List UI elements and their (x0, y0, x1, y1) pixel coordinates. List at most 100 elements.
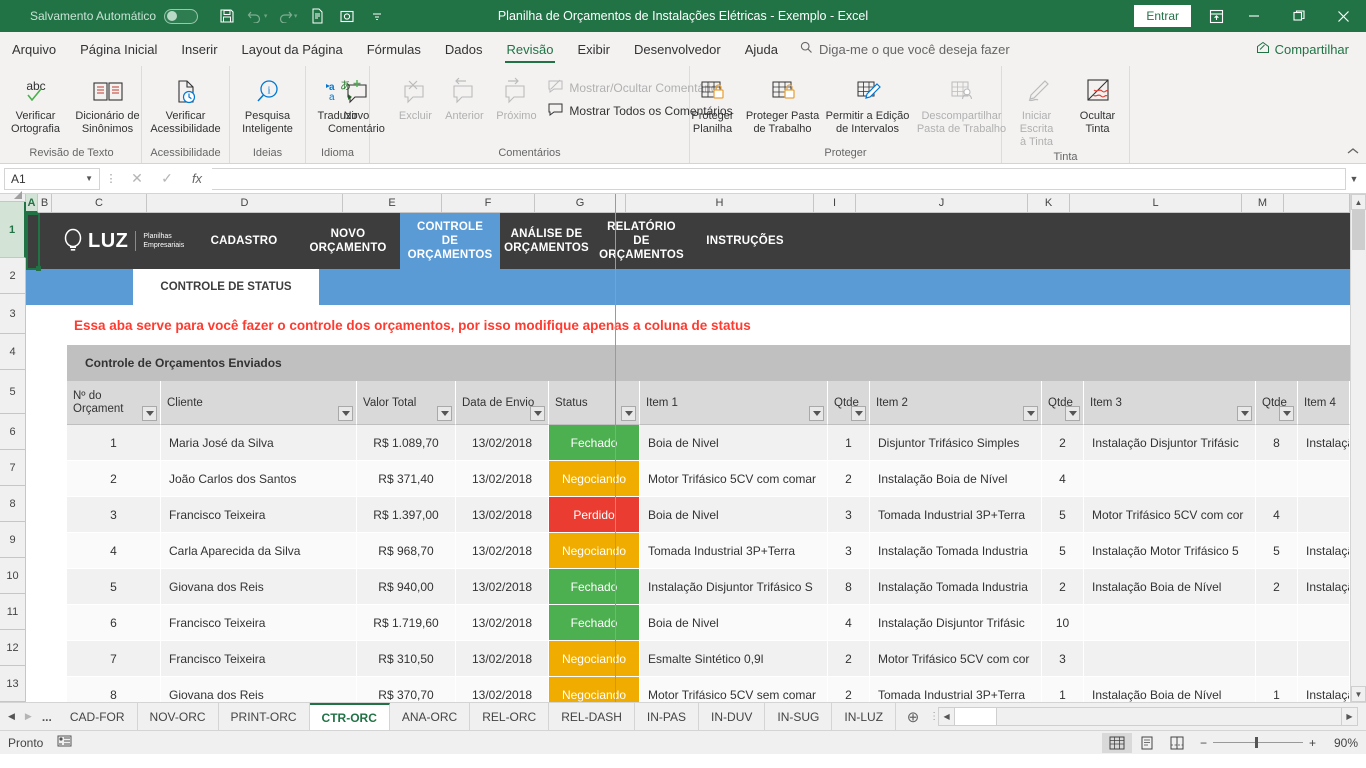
page-layout-view-icon[interactable] (1132, 733, 1162, 753)
permitir-edicao-de-intervalos-button[interactable]: Permitir a Edição de Intervalos (822, 70, 914, 136)
cell-data-de-envio[interactable]: 13/02/2018 (456, 461, 549, 497)
column-header-qtde-1[interactable]: Qtde (828, 381, 870, 425)
cell-data-de-envio[interactable]: 13/02/2018 (456, 569, 549, 605)
novo-comentario-button[interactable]: Novo Comentário (320, 70, 392, 136)
cell-item-1[interactable]: Boia de Nivel (640, 605, 828, 641)
nav-item-controle-de-orcamentos[interactable]: CONTROLE DE ORÇAMENTOS (400, 213, 500, 269)
cell-item-2[interactable]: Instalação Tomada Industria (870, 569, 1042, 605)
zoom-in-button[interactable]: + (1309, 736, 1316, 750)
nav-item-novo-orcamento[interactable]: NOVO ORÇAMENTO (296, 213, 400, 269)
vertical-scroll-track[interactable] (1351, 210, 1366, 686)
cell-numero-orcamento[interactable]: 1 (67, 425, 161, 461)
cell-item-2[interactable]: Tomada Industrial 3P+Terra (870, 677, 1042, 702)
horizontal-split-handle[interactable]: ⋮ (929, 703, 939, 730)
vertical-scroll-thumb[interactable] (1352, 210, 1365, 250)
vertical-scrollbar[interactable]: ▲ ▼ (1350, 194, 1366, 702)
cancel-icon[interactable]: ✕ (122, 170, 152, 187)
row-header-8[interactable]: 8 (0, 486, 26, 522)
status-badge[interactable]: Fechado (549, 605, 640, 641)
cell-item-3[interactable] (1084, 605, 1256, 641)
cell-item-4[interactable] (1298, 605, 1350, 641)
cell-qtde-3[interactable]: 2 (1256, 569, 1298, 605)
cell-valor-total[interactable]: R$ 1.719,60 (357, 605, 456, 641)
row-header-12[interactable]: 12 (0, 630, 26, 666)
table-row[interactable]: 7 Francisco Teixeira R$ 310,50 13/02/2018 Ne… (26, 641, 1350, 677)
pesquisa-inteligente-button[interactable]: i Pesquisa Inteligente (232, 70, 304, 136)
scroll-left-icon[interactable]: ◀ (939, 708, 956, 725)
filter-dropdown-icon[interactable] (1279, 406, 1294, 421)
save-icon[interactable] (212, 3, 242, 29)
column-header-I[interactable]: I (814, 194, 856, 213)
cell-valor-total[interactable]: R$ 968,70 (357, 533, 456, 569)
cell-qtde-2[interactable]: 10 (1042, 605, 1084, 641)
status-badge[interactable]: Fechado (549, 569, 640, 605)
cell-item-3[interactable] (1084, 641, 1256, 677)
cell-data-de-envio[interactable]: 13/02/2018 (456, 605, 549, 641)
cell-item-4[interactable]: Instalaçã (1298, 569, 1350, 605)
tab-inserir[interactable]: Inserir (169, 32, 229, 66)
column-header-item-3[interactable]: Item 3 (1084, 381, 1256, 425)
zoom-level-label[interactable]: 90% (1324, 736, 1358, 750)
zoom-slider[interactable]: − + (1200, 736, 1316, 750)
cell-qtde-2[interactable]: 4 (1042, 461, 1084, 497)
cell-qtde-3[interactable] (1256, 461, 1298, 497)
cell-qtde-2[interactable]: 2 (1042, 425, 1084, 461)
cell-cliente[interactable]: Giovana dos Reis (161, 677, 357, 702)
cell-qtde-1[interactable]: 2 (828, 461, 870, 497)
cell-item-4[interactable]: Instalaçã (1298, 677, 1350, 702)
tab-formulas[interactable]: Fórmulas (355, 32, 433, 66)
sheet-tab-ana-orc[interactable]: ANA-ORC (389, 703, 471, 730)
undo-icon[interactable]: ▾ (242, 3, 272, 29)
more-sheets-icon[interactable]: ... (42, 710, 56, 724)
formula-input[interactable] (212, 167, 1346, 190)
tab-desenvolvedor[interactable]: Desenvolvedor (622, 32, 733, 66)
proteger-pasta-de-trabalho-button[interactable]: Proteger Pasta de Trabalho (744, 70, 822, 136)
row-header-5[interactable]: 5 (0, 370, 26, 414)
minimize-button[interactable] (1231, 0, 1276, 32)
page-break-view-icon[interactable] (1162, 733, 1192, 753)
table-row[interactable]: 6 Francisco Teixeira R$ 1.719,60 13/02/2018… (26, 605, 1350, 641)
cell-qtde-3[interactable]: 4 (1256, 497, 1298, 533)
insert-function-icon[interactable]: fx (182, 171, 212, 186)
sheet-tab-rel-dash[interactable]: REL-DASH (549, 703, 635, 730)
filter-dropdown-icon[interactable] (1065, 406, 1080, 421)
nav-item-instrucoes[interactable]: INSTRUÇÕES (690, 213, 800, 269)
column-header-D[interactable]: D (147, 194, 343, 213)
cell-data-de-envio[interactable]: 13/02/2018 (456, 641, 549, 677)
cell-qtde-1[interactable]: 2 (828, 641, 870, 677)
cell-qtde-1[interactable]: 8 (828, 569, 870, 605)
table-row[interactable]: 3 Francisco Teixeira R$ 1.397,00 13/02/2018… (26, 497, 1350, 533)
sign-in-button[interactable]: Entrar (1134, 5, 1191, 27)
normal-view-icon[interactable] (1101, 732, 1132, 753)
column-header-L[interactable]: L (1070, 194, 1242, 213)
cell-valor-total[interactable]: R$ 1.397,00 (357, 497, 456, 533)
column-header-E[interactable]: E (343, 194, 442, 213)
column-header-valor-total[interactable]: Valor Total (357, 381, 456, 425)
tab-pagina-inicial[interactable]: Página Inicial (68, 32, 169, 66)
sheet-tab-cad-for[interactable]: CAD-FOR (57, 703, 138, 730)
status-badge[interactable]: Negociando (549, 677, 640, 702)
column-header-C[interactable]: C (52, 194, 147, 213)
filter-dropdown-icon[interactable] (1023, 406, 1038, 421)
cell-valor-total[interactable]: R$ 370,70 (357, 677, 456, 702)
nav-item-relatorio-de-orcamentos[interactable]: RELATÓRIO DE ORÇAMENTOS (593, 213, 690, 269)
row-header-4[interactable]: 4 (0, 334, 26, 370)
table-row[interactable]: 4 Carla Aparecida da Silva R$ 968,70 13/02/… (26, 533, 1350, 569)
cell-valor-total[interactable]: R$ 940,00 (357, 569, 456, 605)
column-header-numero-orcamento[interactable]: Nº do Orçament (67, 381, 161, 425)
row-header-7[interactable]: 7 (0, 450, 26, 486)
row-header-1[interactable]: 1 (0, 202, 26, 258)
column-header-data-de-envio[interactable]: Data de Envio (456, 381, 549, 425)
expand-formula-bar-icon[interactable]: ▼ (1346, 174, 1362, 184)
column-header-qtde-2[interactable]: Qtde (1042, 381, 1084, 425)
cell-item-3[interactable] (1084, 461, 1256, 497)
tab-layout-da-pagina[interactable]: Layout da Página (230, 32, 355, 66)
nav-item-analise-de-orcamentos[interactable]: ANÁLISE DE ORÇAMENTOS (500, 213, 593, 269)
cell-item-4[interactable] (1298, 641, 1350, 677)
sheet-tab-nov-orc[interactable]: NOV-ORC (137, 703, 219, 730)
cell-cliente[interactable]: Francisco Teixeira (161, 641, 357, 677)
close-button[interactable] (1321, 0, 1366, 32)
cell-item-4[interactable] (1298, 461, 1350, 497)
cell-cliente[interactable]: Carla Aparecida da Silva (161, 533, 357, 569)
tab-exibir[interactable]: Exibir (565, 32, 622, 66)
